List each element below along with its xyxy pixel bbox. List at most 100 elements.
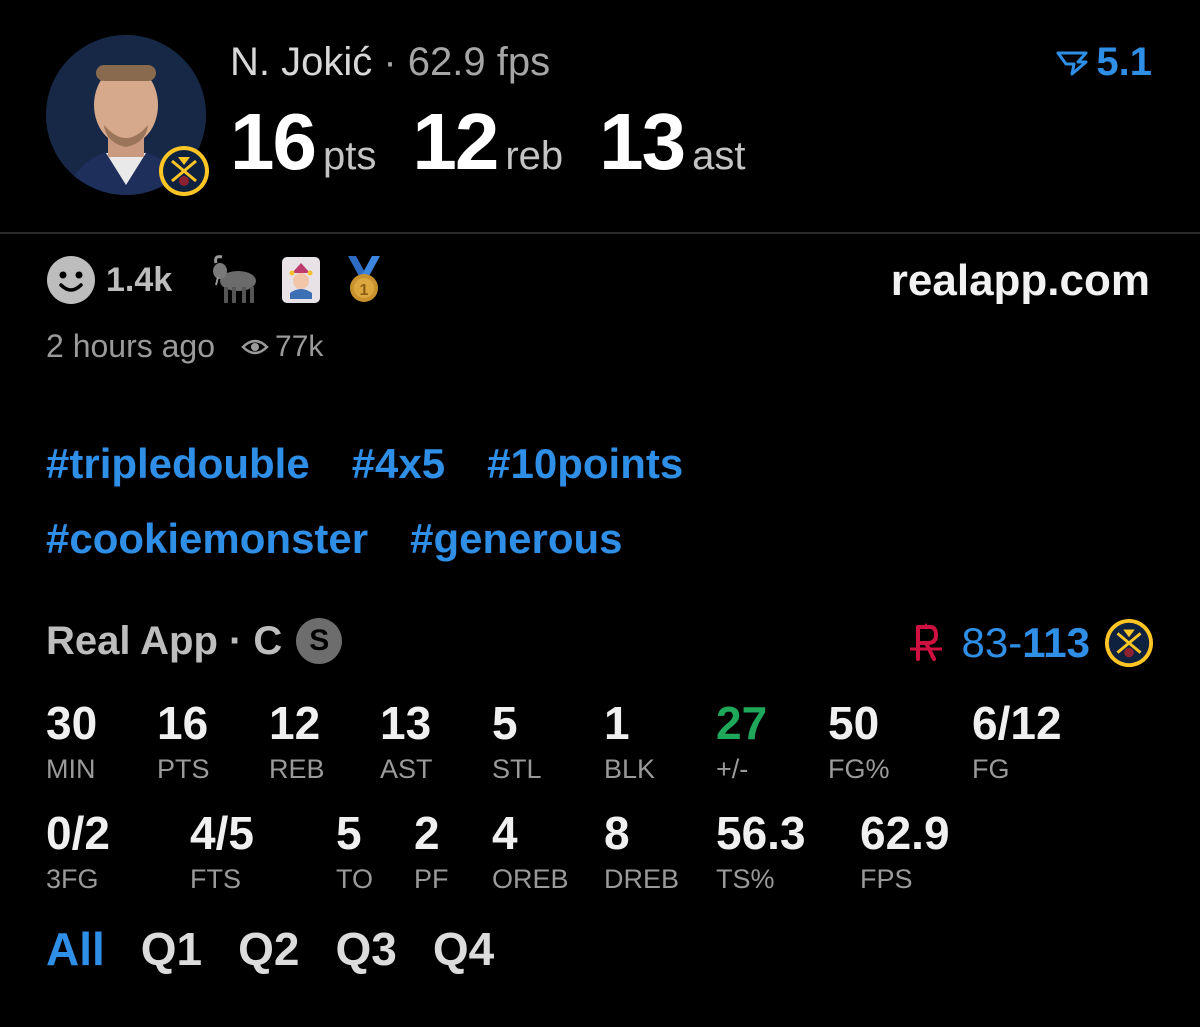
stat-label: MIN <box>46 754 96 784</box>
stat-label: FG <box>972 754 1010 784</box>
reactions-bar: 1.4k 1 <box>46 254 388 306</box>
post-meta: 2 hours ago 77k <box>46 328 323 365</box>
stat-label: AST <box>380 754 433 784</box>
game-score[interactable]: 83-113 <box>904 618 1154 668</box>
goat-emoji-icon[interactable] <box>208 255 262 305</box>
nuggets-logo-icon <box>158 145 210 197</box>
stat-fps: 62.9 FPS <box>860 810 950 895</box>
stat-blk: 1 BLK <box>604 700 655 785</box>
stat-label: DREB <box>604 864 680 894</box>
stat-value: 12 <box>269 697 321 749</box>
stat-value: 62.9 <box>860 807 950 859</box>
stat-label: PTS <box>157 754 210 784</box>
stat-oreb: 4 OREB <box>492 810 569 895</box>
rating-score-value: 5.1 <box>1096 40 1152 84</box>
stat-ts-pct: 56.3 TS% <box>716 810 806 895</box>
headline-pts-value: 16 <box>230 97 317 186</box>
view-count-value: 77k <box>275 329 324 363</box>
hashtag[interactable]: #generous <box>410 501 622 576</box>
headline-reb-value: 12 <box>412 97 499 186</box>
stat-label: FG% <box>828 754 890 784</box>
stat-label: PF <box>414 864 449 894</box>
hashtag[interactable]: #tripledouble <box>46 426 310 501</box>
rating-score[interactable]: 5.1 <box>1056 40 1152 85</box>
stat-value: 8 <box>604 807 630 859</box>
stat-label: BLK <box>604 754 656 784</box>
away-score: 83 <box>961 619 1009 666</box>
stat-value: 2 <box>414 807 440 859</box>
stat-reb: 12 REB <box>269 700 325 785</box>
site-link[interactable]: realapp.com <box>891 256 1150 306</box>
stat-to: 5 TO <box>336 810 373 895</box>
fps-text: 62.9 fps <box>407 40 551 84</box>
stat-fts: 4/5 FTS <box>190 810 254 895</box>
stat-value: 56.3 <box>716 807 806 859</box>
headline-reb-unit: reb <box>505 134 564 178</box>
tab-q4[interactable]: Q4 <box>433 922 494 976</box>
stat-dreb: 8 DREB <box>604 810 679 895</box>
stat-label: FTS <box>190 864 241 894</box>
reaction-count[interactable]: 1.4k <box>106 261 172 300</box>
hashtag[interactable]: #4x5 <box>352 426 445 501</box>
stat-value: 50 <box>828 697 880 749</box>
svg-text:1: 1 <box>360 282 369 299</box>
stat-min: 30 MIN <box>46 700 97 785</box>
stat-label: TS% <box>716 864 775 894</box>
eye-icon <box>241 339 269 354</box>
stat-label: +/- <box>716 754 749 784</box>
time-ago: 2 hours ago <box>46 328 216 364</box>
headline-ast-unit: ast <box>692 134 746 178</box>
stat-3fg: 0/2 3FG <box>46 810 110 895</box>
stat-value: 6/12 <box>972 697 1062 749</box>
stat-value: 13 <box>380 697 432 749</box>
stat-value: 4 <box>492 807 518 859</box>
headline-stats: 16 pts 12 reb 13 ast <box>230 96 781 188</box>
hashtag-list: #tripledouble #4x5 #10points #cookiemonster… <box>46 426 1146 576</box>
stat-label: 3FG <box>46 864 99 894</box>
player-name-line: N. Jokić · 62.9 fps <box>230 40 550 85</box>
home-score: 113 <box>1022 619 1090 666</box>
joker-card-emoji-icon[interactable] <box>280 255 322 305</box>
s-badge[interactable]: S <box>296 618 343 664</box>
stat-value: 4/5 <box>190 807 254 859</box>
stats-source-header: Real App · C S <box>46 618 343 664</box>
stat-value: 5 <box>492 697 518 749</box>
nuggets-logo-icon <box>1104 618 1154 668</box>
stat-value: 30 <box>46 697 98 749</box>
headline-ast-value: 13 <box>599 97 686 186</box>
hashtag[interactable]: #cookiemonster <box>46 501 368 576</box>
medal-emoji-icon[interactable]: 1 <box>340 254 388 306</box>
stats-source-title: Real App · C <box>46 618 283 663</box>
stat-ast: 13 AST <box>380 700 433 785</box>
stat-stl: 5 STL <box>492 700 542 785</box>
period-tabs: All Q1 Q2 Q3 Q4 <box>46 922 494 976</box>
stat-pts: 16 PTS <box>157 700 210 785</box>
header-divider <box>0 232 1200 234</box>
rockets-logo-icon <box>909 623 942 661</box>
stat-value: 5 <box>336 807 362 859</box>
tab-q1[interactable]: Q1 <box>141 922 202 976</box>
smiley-icon[interactable] <box>46 255 96 305</box>
tab-q2[interactable]: Q2 <box>238 922 299 976</box>
player-name[interactable]: N. Jokić <box>230 40 372 84</box>
tab-q3[interactable]: Q3 <box>336 922 397 976</box>
stat-plus-minus: 27 +/- <box>716 700 767 785</box>
stat-value: 0/2 <box>46 807 110 859</box>
real-logo-icon <box>1056 51 1088 75</box>
view-count: 77k <box>241 330 323 364</box>
tab-all[interactable]: All <box>46 922 105 976</box>
score-dash: - <box>1008 619 1023 666</box>
stat-pf: 2 PF <box>414 810 449 895</box>
stat-value: 16 <box>157 697 209 749</box>
stat-fg: 6/12 FG <box>972 700 1062 785</box>
hashtag[interactable]: #10points <box>487 426 683 501</box>
headline-pts-unit: pts <box>322 134 377 178</box>
stat-label: REB <box>269 754 325 784</box>
stat-fg-pct: 50 FG% <box>828 700 890 785</box>
stat-value: 1 <box>604 697 630 749</box>
name-separator: · <box>372 40 408 84</box>
stat-label: TO <box>336 864 374 894</box>
stat-label: FPS <box>860 864 913 894</box>
stat-label: STL <box>492 754 542 784</box>
stat-value: 27 <box>716 697 768 749</box>
